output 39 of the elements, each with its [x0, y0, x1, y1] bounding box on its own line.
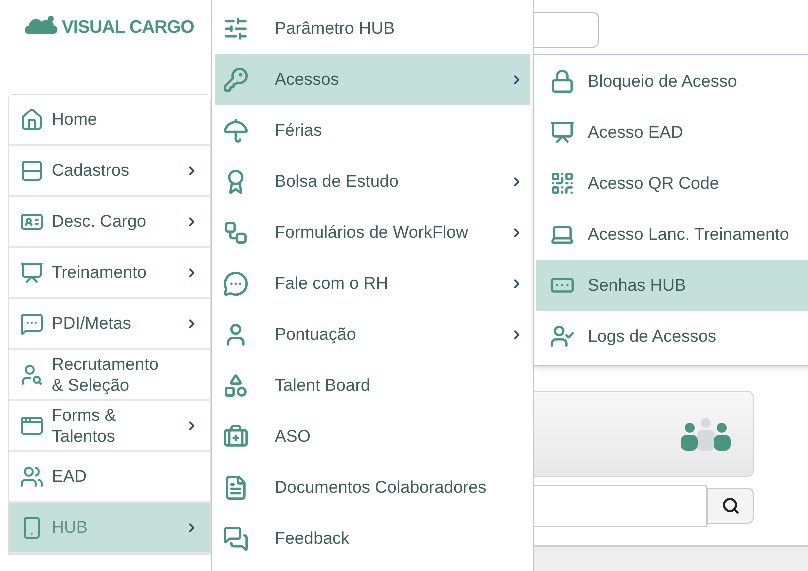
lock-icon	[550, 69, 575, 94]
sidebar-item[interactable]: Home	[9, 95, 210, 146]
submenu-item[interactable]: Acessos	[215, 54, 530, 105]
submenu-item[interactable]: Documentos Colaboradores	[215, 462, 530, 513]
people-icon	[20, 464, 44, 488]
person-check-icon	[550, 324, 575, 349]
submenu-item[interactable]: Férias	[215, 105, 530, 156]
umbrella-icon	[223, 118, 249, 144]
submenu-item[interactable]: Senhas HUB	[536, 260, 808, 311]
presentation-icon	[20, 260, 44, 284]
submenu-item[interactable]: Bloqueio de Acesso	[536, 56, 808, 107]
document-icon	[223, 474, 249, 500]
chat-bubbles-icon	[223, 526, 249, 552]
submenu-item[interactable]: Pontuação	[215, 309, 530, 360]
search-icon	[722, 497, 740, 515]
submenu-item[interactable]: Bolsa de Estudo	[215, 156, 530, 207]
submenu-item[interactable]: Fale com o RH	[215, 258, 530, 309]
medical-kit-icon	[223, 424, 249, 450]
submenu-item[interactable]: Parâmetro HUB	[215, 3, 530, 54]
chat-icon	[223, 270, 249, 296]
submenu-item[interactable]: Formulários de WorkFlow	[215, 207, 530, 258]
logo-text: VISUAL CARGO	[62, 16, 194, 39]
submenu-item[interactable]: Talent Board	[215, 360, 530, 411]
house-icon	[20, 108, 44, 132]
presentation-icon	[550, 120, 575, 145]
qr-code-icon	[550, 171, 575, 196]
shapes-icon	[223, 372, 249, 398]
sliders-icon	[223, 16, 249, 42]
people-icon	[681, 417, 731, 451]
submenu-item[interactable]: Acesso Lanc. Treinamento	[536, 209, 808, 260]
submenu-item[interactable]: Acesso QR Code	[536, 158, 808, 209]
person-search-icon	[20, 362, 44, 386]
search-button[interactable]	[707, 488, 754, 524]
submenu-item[interactable]: ASO	[215, 411, 530, 462]
workflow-icon	[223, 220, 249, 246]
submenu-item[interactable]: Feedback	[215, 513, 530, 564]
submenu-item[interactable]: Acesso EAD	[536, 107, 808, 158]
submenu-item[interactable]: Logs de Acessos	[536, 311, 808, 362]
key-icon	[223, 66, 249, 92]
